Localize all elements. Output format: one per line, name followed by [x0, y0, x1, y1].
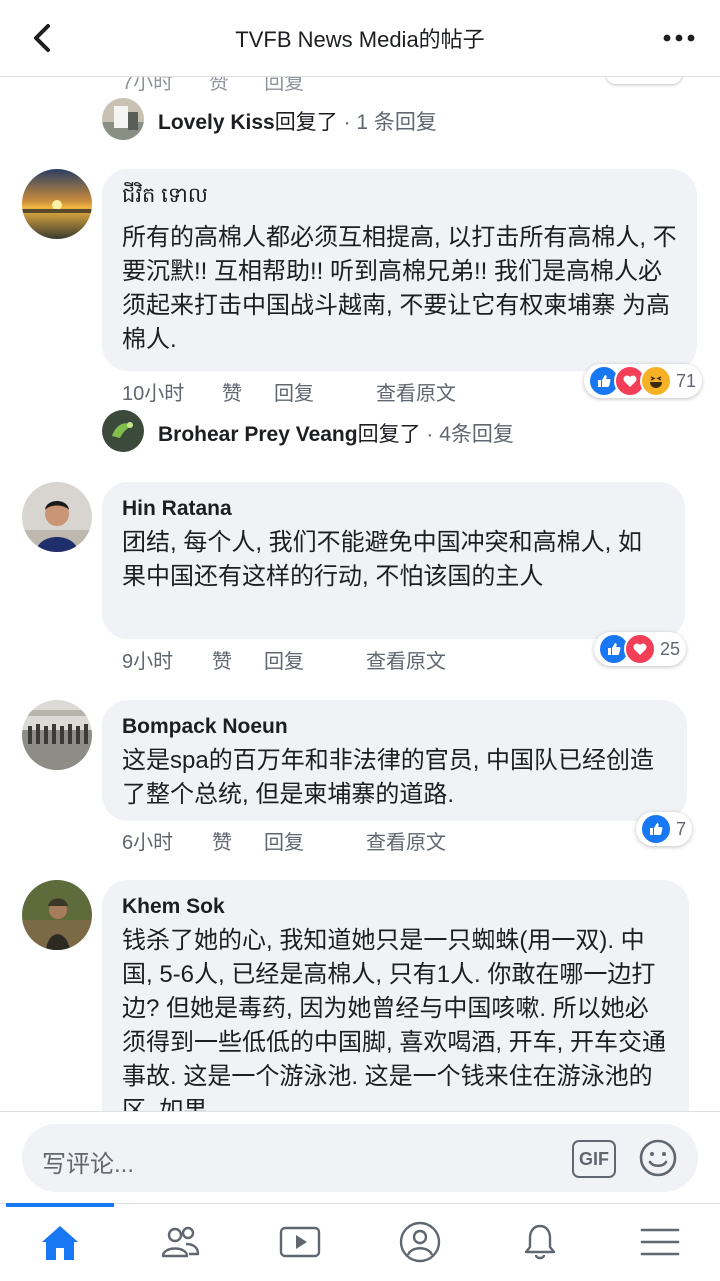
like-link[interactable]: 赞	[212, 826, 232, 855]
avatar[interactable]	[22, 169, 92, 239]
see-original-link[interactable]: 查看原文	[376, 377, 456, 406]
comment-time: 6小时	[122, 832, 174, 854]
replies-row[interactable]: Lovely Kiss回复了 · 1 条回复	[102, 98, 602, 140]
profile-icon	[399, 1221, 441, 1263]
comment-time: 7小时	[122, 76, 174, 94]
notifications-icon	[524, 1224, 556, 1260]
haha-reaction-icon	[640, 365, 672, 397]
reactions-summary[interactable]: 25	[594, 632, 687, 666]
avatar[interactable]	[22, 700, 92, 770]
like-link[interactable]: 赞	[212, 645, 232, 674]
comment-text: 钱杀了她的心, 我知道她只是一只蜘蛛(用一双). 中国, 5-6人, 已经是高棉…	[122, 927, 667, 1111]
reaction-count: 7	[676, 818, 687, 839]
more-options-icon[interactable]	[662, 26, 696, 50]
avatar[interactable]	[102, 410, 144, 452]
tab-profile[interactable]	[360, 1204, 480, 1281]
reactions-summary[interactable]: 7	[636, 812, 693, 846]
like-reaction-icon	[640, 813, 672, 845]
like-link[interactable]: 赞	[222, 377, 242, 406]
comment-text: 这是spa的百万年和非法律的官员, 中国队已经创造了整个总统, 但是柬埔寨的道路…	[122, 747, 655, 808]
reply-link[interactable]: 回复	[274, 377, 314, 406]
see-original-link[interactable]: 查看原文	[366, 645, 446, 674]
reply-action-text: 回复了	[274, 111, 338, 134]
reply-link[interactable]: 回复	[264, 645, 304, 674]
comment-bubble[interactable]: Khem Sok 钱杀了她的心, 我知道她只是一只蜘蛛(用一双). 中国, 5-…	[102, 880, 689, 1111]
tab-watch[interactable]	[240, 1204, 360, 1281]
avatar[interactable]	[22, 482, 92, 552]
home-icon	[42, 1226, 78, 1260]
reaction-count: 71	[676, 370, 697, 391]
see-original-link[interactable]: 查看原文	[366, 826, 446, 855]
reply-link[interactable]: 回复	[264, 76, 304, 94]
comment-author[interactable]: ជីវិត ទោល	[122, 183, 677, 209]
replies-row[interactable]: Brohear Prey Veang回复了 · 4条回复	[102, 410, 622, 452]
bottom-tab-bar	[0, 1203, 720, 1281]
tab-notifications[interactable]	[480, 1204, 600, 1281]
top-bar: TVFB News Media的帖子	[0, 0, 720, 77]
comment-text: 所有的高棉人都必须互相提高, 以打击所有高棉人, 不要沉默!! 互相帮助!! 听…	[122, 224, 677, 353]
friends-icon	[161, 1226, 200, 1258]
comment-text: 团结, 每个人, 我们不能避免中国冲突和高棉人, 如果中国还有这样的行动, 不怕…	[122, 529, 643, 590]
comment-bubble[interactable]: ជីវិត ទោល 所有的高棉人都必须互相提高, 以打击所有高棉人, 不要沉默!…	[102, 169, 697, 371]
comment-bubble[interactable]: Bompack Noeun 这是spa的百万年和非法律的官员, 中国队已经创造了…	[102, 700, 687, 821]
reactions-summary-partial[interactable]	[606, 76, 682, 84]
page-title: TVFB News Media的帖子	[235, 27, 485, 52]
gif-button[interactable]: GIF	[572, 1140, 616, 1178]
comment-author[interactable]: Khem Sok	[122, 894, 669, 920]
comment-composer: 写评论... GIF	[0, 1111, 720, 1204]
reply-link[interactable]: 回复	[264, 826, 304, 855]
reaction-count: 25	[660, 638, 681, 659]
love-reaction-icon	[624, 633, 656, 665]
comment-placeholder: 写评论...	[42, 1151, 135, 1178]
comment-input[interactable]: 写评论... GIF	[22, 1124, 698, 1192]
menu-icon	[640, 1228, 680, 1256]
comment-time: 10小时	[122, 383, 185, 405]
comment-bubble[interactable]: Hin Ratana 团结, 每个人, 我们不能避免中国冲突和高棉人, 如果中国…	[102, 482, 685, 639]
avatar[interactable]	[22, 880, 92, 950]
comments-feed[interactable]: 7小时 赞 回复 Lovely Kiss回复了 · 1 条回复 ជីវិត ទោ…	[0, 76, 720, 1111]
reply-author[interactable]: Brohear Prey Veang	[158, 423, 358, 446]
comment-author[interactable]: Bompack Noeun	[122, 714, 667, 740]
reply-action-text: 回复了	[357, 423, 421, 446]
tab-friends[interactable]	[120, 1204, 240, 1281]
tab-menu[interactable]	[600, 1204, 720, 1281]
comment-time: 9小时	[122, 651, 174, 673]
emoji-icon[interactable]	[638, 1138, 678, 1178]
avatar[interactable]	[102, 98, 144, 140]
comment-actions-partial: 7小时 赞 回复	[122, 76, 334, 95]
reply-count[interactable]: · 4条回复	[421, 423, 514, 446]
like-link[interactable]: 赞	[209, 76, 229, 94]
comment-author[interactable]: Hin Ratana	[122, 496, 665, 522]
watch-icon	[279, 1226, 321, 1258]
reply-count[interactable]: · 1 条回复	[338, 111, 437, 134]
reactions-summary[interactable]: 71	[584, 364, 703, 398]
tab-home[interactable]	[0, 1203, 120, 1281]
reply-author[interactable]: Lovely Kiss	[158, 111, 275, 134]
